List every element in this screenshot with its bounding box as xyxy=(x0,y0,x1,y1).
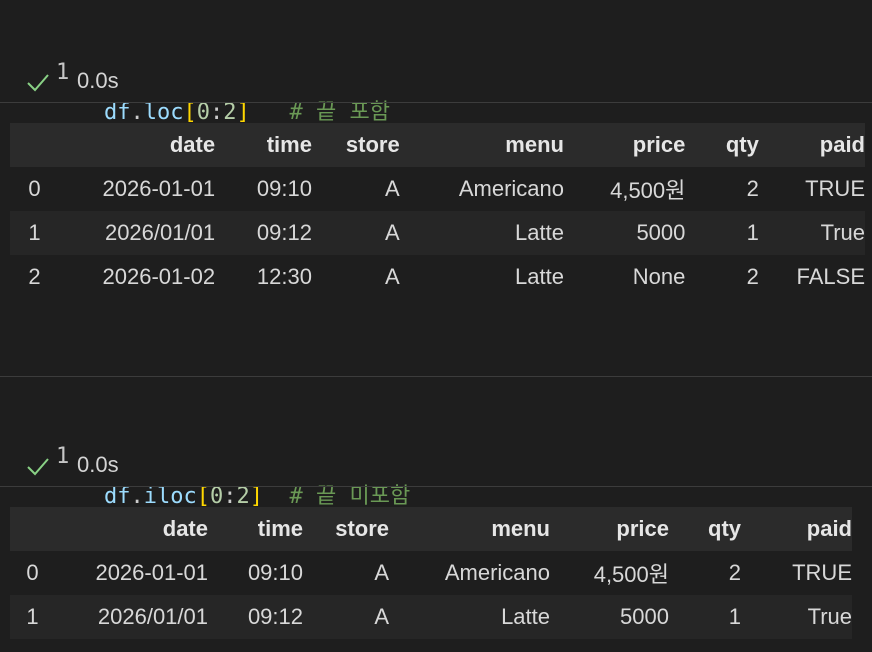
table-row: 1 2026/01/01 09:12 A Latte 5000 1 True xyxy=(10,595,852,639)
table-cell: None xyxy=(632,264,686,289)
index-header xyxy=(10,123,59,167)
column-header: menu xyxy=(505,132,564,157)
table-cell: A xyxy=(385,176,400,201)
table-row: 0 2026-01-01 09:10 A Americano 4,500원 2 … xyxy=(10,167,865,211)
column-header: qty xyxy=(725,132,759,157)
code-slice-start: 0 xyxy=(196,100,210,125)
column-header: price xyxy=(616,516,669,541)
table-cell: 5000 xyxy=(636,220,686,245)
table-cell: TRUE xyxy=(792,560,852,585)
output-divider xyxy=(0,486,872,487)
table-row: 1 2026/01/01 09:12 A Latte 5000 1 True xyxy=(10,211,865,255)
notebook-cell-1[interactable]: 1 df.loc[0:2] # 끝 포함 0.0s date time stor… xyxy=(0,0,872,370)
code-slice-end: 2 xyxy=(223,100,237,125)
table-cell: 09:12 xyxy=(256,220,312,245)
code-dot: . xyxy=(130,100,144,125)
column-header: qty xyxy=(708,516,741,541)
row-index: 1 xyxy=(26,604,39,629)
code-method: iloc xyxy=(143,484,197,509)
table-cell: Latte xyxy=(515,264,564,289)
table-header-row: date time store menu price qty paid xyxy=(10,123,865,167)
execution-time: 0.0s xyxy=(77,68,119,93)
table-cell: True xyxy=(807,604,852,629)
table-cell: A xyxy=(385,264,400,289)
code-bracket-close: ] xyxy=(249,484,263,509)
notebook-cell-2[interactable]: 1 df.iloc[0:2] # 끝 미포함 0.0s date time st… xyxy=(0,377,872,652)
table-cell: FALSE xyxy=(796,264,865,289)
column-header: paid xyxy=(819,132,865,157)
code-colon: : xyxy=(223,484,237,509)
table-header-row: date time store menu price qty paid xyxy=(10,507,852,551)
table-cell: True xyxy=(820,220,865,245)
code-line[interactable]: 1 df.loc[0:2] # 끝 포함 xyxy=(0,13,872,125)
code-variable: df xyxy=(104,100,131,125)
code-slice-start: 0 xyxy=(209,484,224,509)
table-cell: 1 xyxy=(728,604,741,629)
code-colon: : xyxy=(210,100,224,125)
row-index: 1 xyxy=(28,220,41,245)
index-header xyxy=(10,507,55,551)
table-cell: 09:10 xyxy=(256,176,312,201)
table-cell: 2 xyxy=(728,560,741,585)
column-header: date xyxy=(162,516,208,541)
code-bracket-open: [ xyxy=(183,100,197,125)
code-method: loc xyxy=(143,100,184,125)
check-icon xyxy=(27,74,49,92)
table-cell: 1 xyxy=(746,220,759,245)
table-row: 0 2026-01-01 09:10 A Americano 4,500원 2 … xyxy=(10,551,852,595)
check-icon xyxy=(27,458,49,476)
code-bracket-open: [ xyxy=(196,484,210,509)
table-cell: 2026/01/01 xyxy=(97,604,208,629)
column-header: time xyxy=(257,516,303,541)
output-table: date time store menu price qty paid 0 20… xyxy=(10,507,852,639)
table-cell: 4,500원 xyxy=(610,178,686,203)
output-divider xyxy=(0,102,872,103)
table-cell: 12:30 xyxy=(256,264,312,289)
execution-status: 0.0s xyxy=(0,61,872,101)
table-row: 2 2026-01-02 12:30 A Latte None 2 FALSE xyxy=(10,255,865,299)
table-cell: 2 xyxy=(746,264,759,289)
table-cell: 09:12 xyxy=(247,604,303,629)
table-cell: 2026-01-01 xyxy=(102,176,216,201)
execution-time: 0.0s xyxy=(77,452,119,477)
table-cell: A xyxy=(385,220,400,245)
column-header: menu xyxy=(491,516,550,541)
table-cell: 5000 xyxy=(620,604,669,629)
column-header: store xyxy=(335,516,389,541)
table-cell: Latte xyxy=(501,604,550,629)
code-dot: . xyxy=(130,484,144,509)
output-table: date time store menu price qty paid 0 20… xyxy=(10,123,865,299)
table-cell: Americano xyxy=(444,560,550,585)
column-header: store xyxy=(345,132,400,157)
table-cell: A xyxy=(374,560,389,585)
table-cell: 4,500원 xyxy=(593,562,669,587)
column-header: date xyxy=(169,132,216,157)
table-cell: 2 xyxy=(746,176,759,201)
code-variable: df xyxy=(104,484,131,509)
table-cell: 2026-01-02 xyxy=(102,264,216,289)
code-comment: # 끝 포함 xyxy=(289,100,390,125)
code-bracket-close: ] xyxy=(236,100,250,125)
column-header: paid xyxy=(806,516,852,541)
column-header: time xyxy=(266,132,312,157)
table-cell: A xyxy=(374,604,389,629)
code-line[interactable]: 1 df.iloc[0:2] # 끝 미포함 xyxy=(0,397,872,509)
row-index: 0 xyxy=(26,560,39,585)
column-header: price xyxy=(632,132,686,157)
table-cell: 09:10 xyxy=(247,560,303,585)
table-cell: Latte xyxy=(515,220,564,245)
table-cell: Americano xyxy=(458,176,564,201)
table-cell: 2026-01-01 xyxy=(95,560,208,585)
table-cell: 2026/01/01 xyxy=(104,220,216,245)
execution-status: 0.0s xyxy=(0,445,872,485)
code-slice-end: 2 xyxy=(236,484,250,509)
row-index: 0 xyxy=(28,176,41,201)
code-comment: # 끝 미포함 xyxy=(289,484,411,509)
row-index: 2 xyxy=(28,264,41,289)
table-cell: TRUE xyxy=(805,176,865,201)
